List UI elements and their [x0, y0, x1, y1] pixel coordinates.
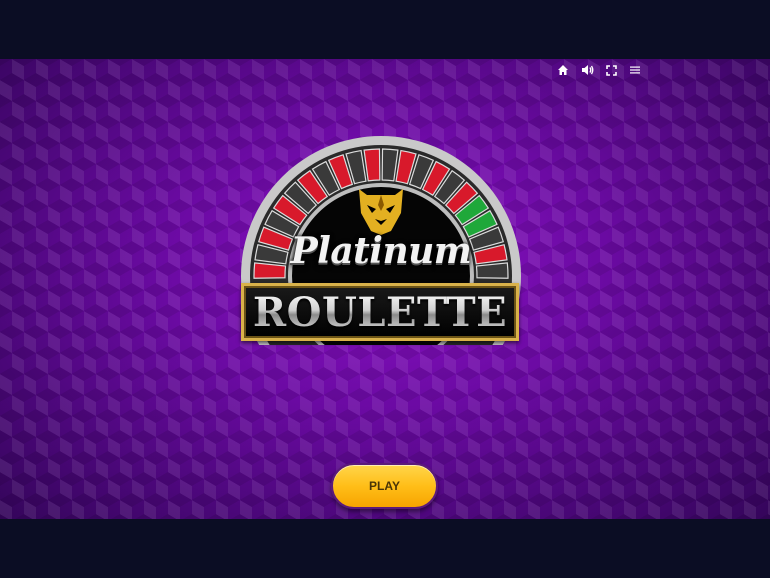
menu-icon — [630, 66, 640, 74]
game-logo: Platinum ROULETTE — [240, 133, 522, 345]
logo-script-title: Platinum — [290, 230, 472, 272]
fullscreen-icon — [605, 64, 617, 76]
logo-banner-title: ROULETTE — [252, 288, 508, 336]
logo-banner: ROULETTE — [241, 283, 519, 341]
play-button[interactable]: PLAY — [331, 463, 438, 509]
top-toolbar — [555, 62, 643, 78]
fullscreen-button[interactable] — [603, 62, 619, 78]
home-button[interactable] — [555, 62, 571, 78]
volume-icon — [581, 65, 593, 75]
menu-button[interactable] — [627, 62, 643, 78]
home-icon — [558, 65, 568, 75]
top-letterbox — [0, 0, 770, 59]
sound-button[interactable] — [579, 62, 595, 78]
